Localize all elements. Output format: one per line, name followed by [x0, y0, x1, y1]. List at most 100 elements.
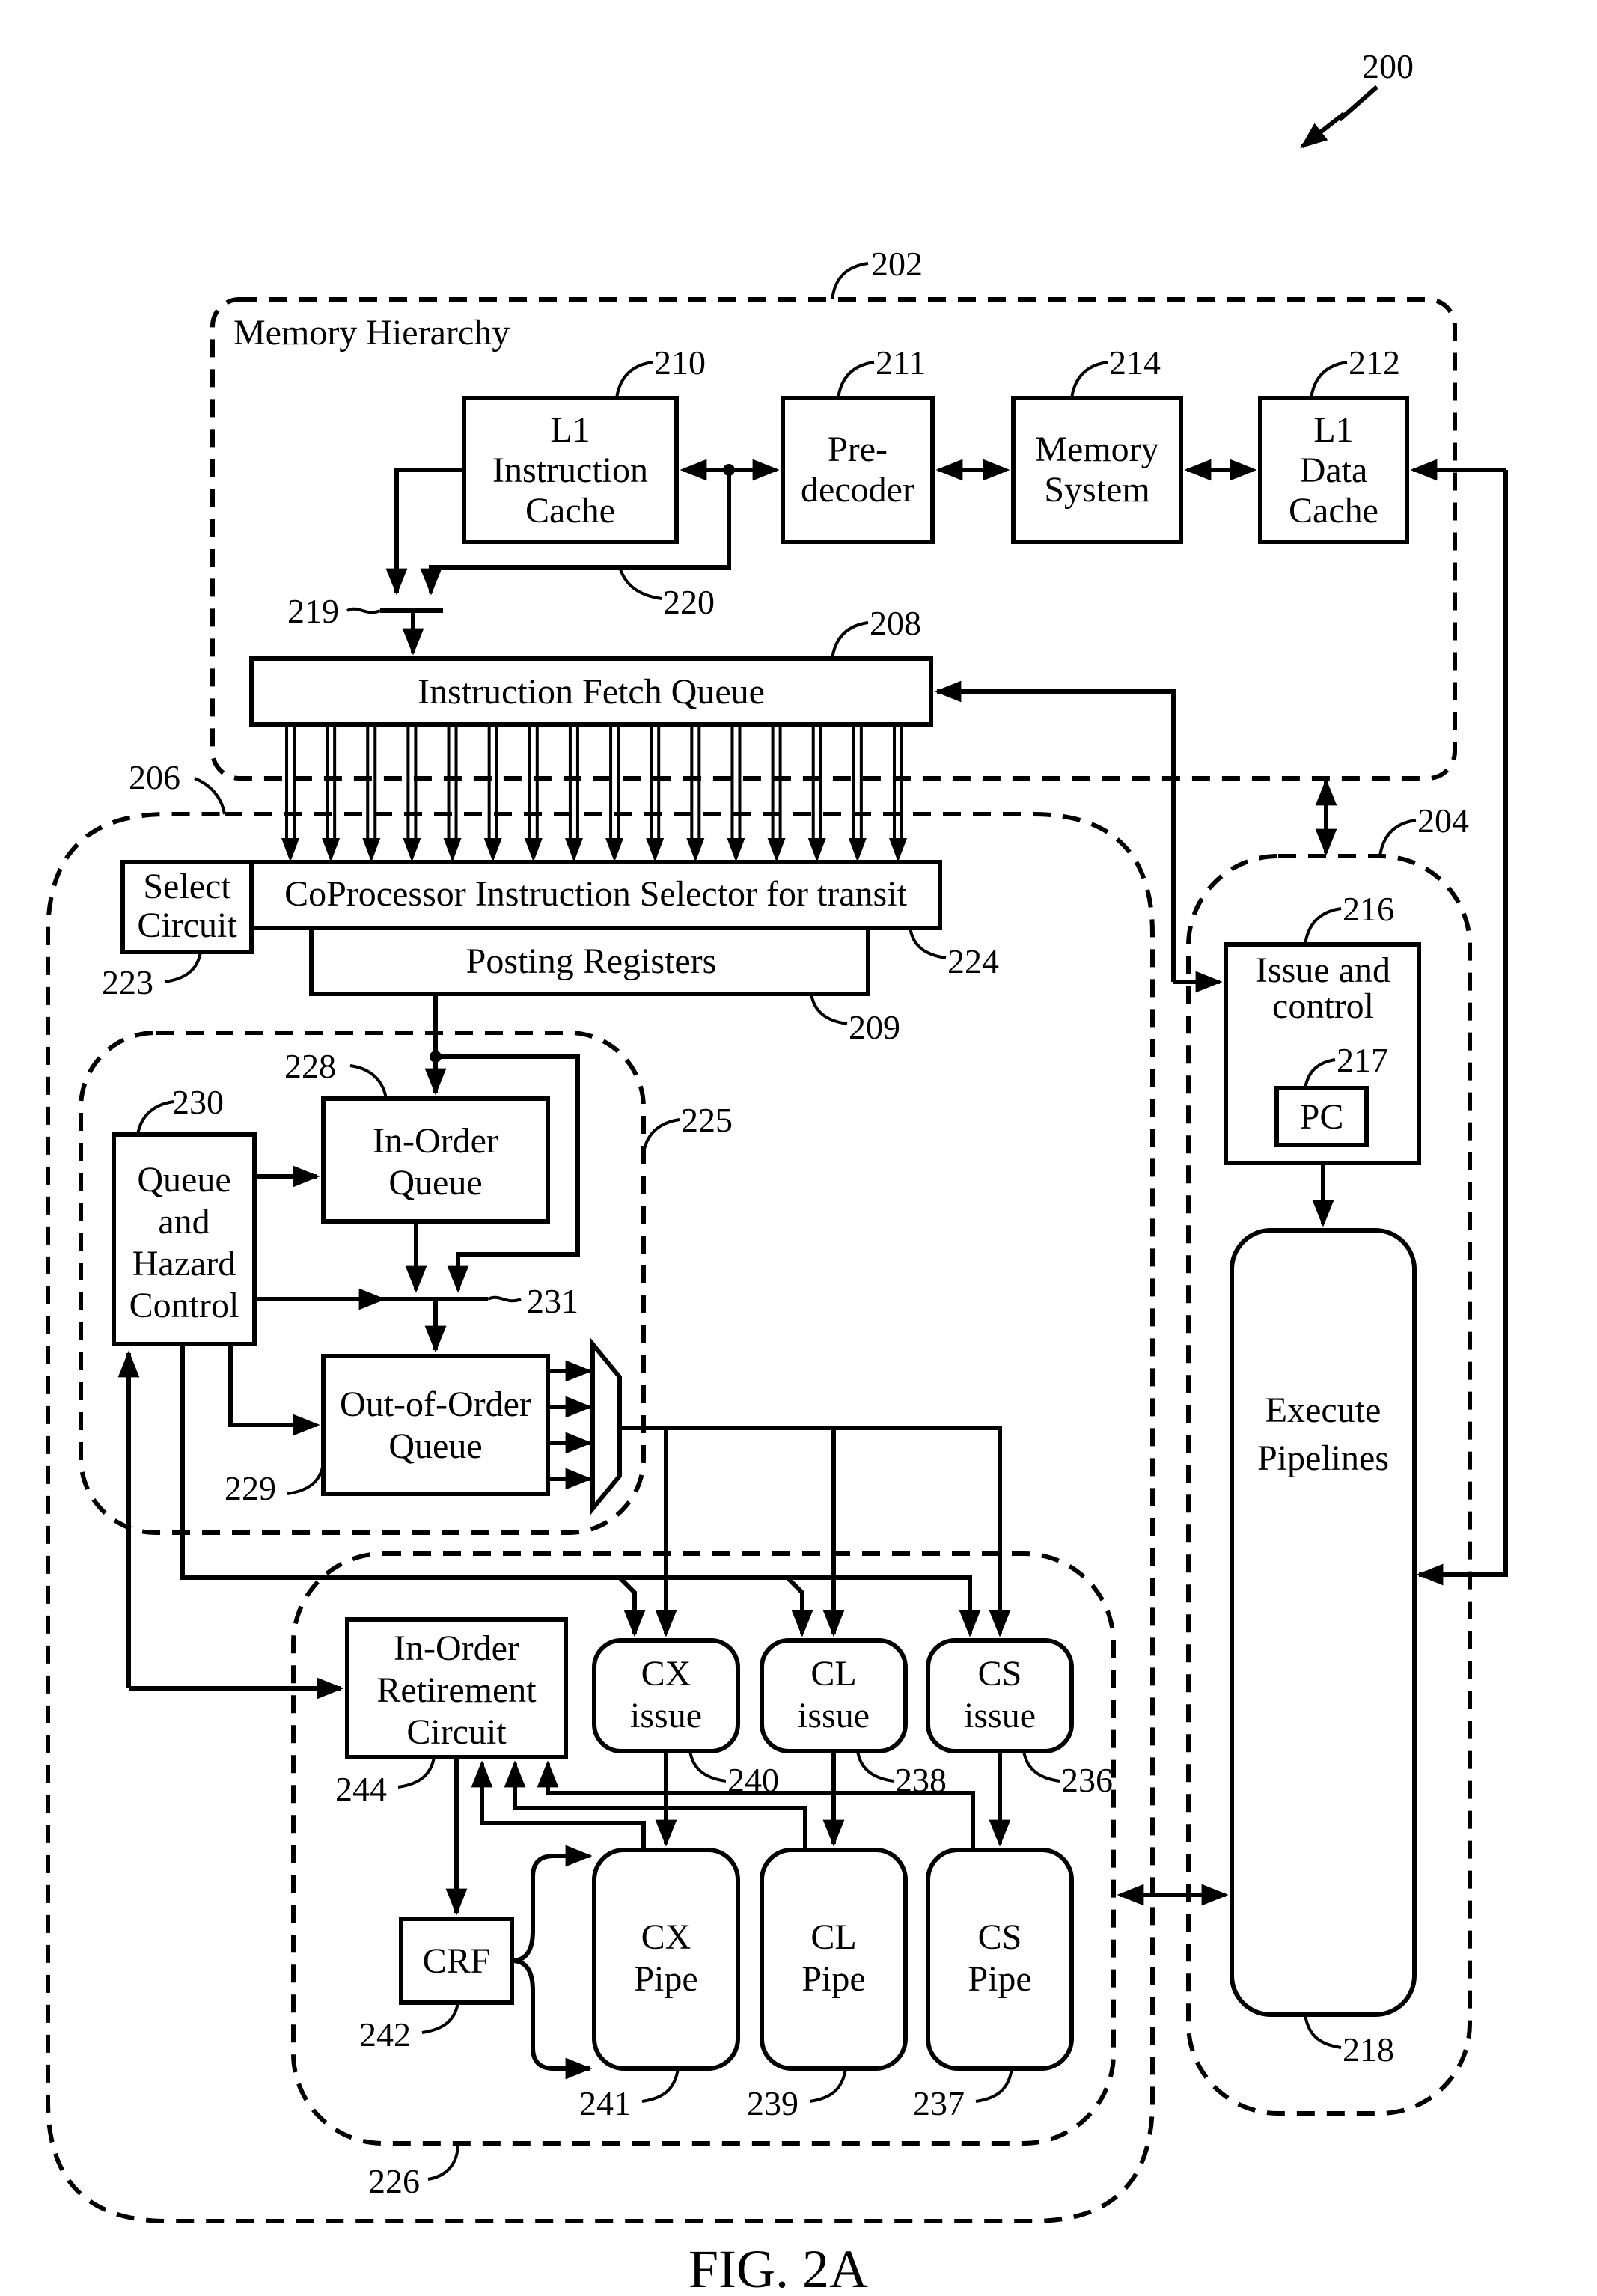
- arrowhead-icon: [727, 838, 745, 862]
- ref-240: 240: [727, 1761, 779, 1799]
- leader-242: [421, 2002, 459, 2034]
- fetch-lane-arrow: [727, 724, 745, 862]
- leader-223: [164, 951, 202, 983]
- fetch-lane-arrow: [322, 724, 341, 862]
- cs-pipe: CSPipe 237: [913, 1848, 1074, 2122]
- mux-to-cs-issue: [620, 1426, 1011, 1637]
- fetch-lane-arrow: [443, 724, 462, 862]
- ref-241: 241: [579, 2084, 631, 2122]
- cx-issue-label-1: CX: [641, 1654, 691, 1694]
- ref-230: 230: [172, 1083, 224, 1121]
- reference-arrow-icon: [1300, 85, 1378, 149]
- processor-block-diagram: 200 Memory Hierarchy 202 L1 Instruction …: [46, 47, 1508, 2296]
- leader-241: [641, 2068, 680, 2103]
- ref-214: 214: [1109, 344, 1161, 382]
- leader-240: [688, 1750, 727, 1783]
- leader-226: [427, 2143, 459, 2181]
- fetch-lane-arrow: [767, 724, 786, 862]
- leader-212: [1310, 361, 1348, 399]
- leader-216: [1304, 907, 1342, 945]
- figure-reference: 200: [1300, 47, 1414, 149]
- ref-237: 237: [913, 2084, 965, 2122]
- ref-239: 239: [747, 2084, 798, 2122]
- ref-244: 244: [335, 1770, 387, 1808]
- l1-icache-label-3: Cache: [525, 491, 615, 531]
- execute-pipelines: Execute Pipelines 218: [1230, 1228, 1417, 2068]
- crf-to-cx-pipe-top: [511, 1845, 593, 1963]
- qhc-to-cl-issue: [620, 1575, 813, 1637]
- ref-242: 242: [359, 2015, 411, 2054]
- cl-issue-label-2: issue: [798, 1696, 870, 1735]
- issue-control-label-2: control: [1272, 986, 1374, 1026]
- cl-issue-unit: CLissue 238: [760, 1638, 947, 1847]
- predecoder-label-2: decoder: [801, 470, 914, 510]
- ref-224: 224: [947, 942, 999, 980]
- arrowhead-icon: [483, 838, 502, 862]
- fetch-lane-arrow: [686, 724, 705, 862]
- ref-228: 228: [284, 1047, 336, 1085]
- leader-229: [287, 1463, 325, 1495]
- leader-224: [909, 927, 947, 959]
- ref-217: 217: [1337, 1041, 1388, 1079]
- execution-pipes: CXissue240CXPipe241CLissue238CLPipe239CS…: [579, 1638, 1113, 2122]
- leader-218: [1304, 2014, 1342, 2049]
- arrowhead-icon: [848, 838, 867, 862]
- leader-214: [1070, 361, 1108, 399]
- arrowhead-icon: [686, 838, 705, 862]
- cx-pipe-label-1: CX: [641, 1917, 691, 1957]
- memory-hierarchy-title: Memory Hierarchy: [233, 313, 510, 352]
- ref-220: 220: [663, 583, 715, 621]
- selector-label: CoProcessor Instruction Selector for tra…: [284, 874, 907, 914]
- ref-212: 212: [1349, 344, 1400, 382]
- leader-202: [831, 262, 869, 300]
- leader-206: [194, 777, 226, 815]
- crf-to-cx-pipe-bottom: [511, 1958, 593, 2080]
- memory-system: Memory System 214: [1011, 344, 1183, 544]
- ifq-label: Instruction Fetch Queue: [418, 672, 765, 712]
- fetch-lane-arrow: [524, 724, 543, 862]
- ref-218: 218: [1343, 2030, 1394, 2068]
- qhc-label-3: Hazard: [132, 1244, 236, 1283]
- ref-206: 206: [129, 758, 180, 796]
- cx-issue-label-2: issue: [630, 1696, 702, 1735]
- ref-209: 209: [849, 1008, 900, 1046]
- leader-244: [397, 1756, 436, 1789]
- inorder-queue-label-2: Queue: [388, 1163, 482, 1203]
- cl-pipe-label-1: CL: [810, 1917, 856, 1957]
- memory-system-label-1: Memory: [1035, 430, 1158, 469]
- cx-issue-unit: CXissue 240: [592, 1638, 779, 1847]
- fetch-lane-arrow: [848, 724, 867, 862]
- ref-231: 231: [527, 1282, 578, 1320]
- ref-223: 223: [102, 963, 153, 1001]
- ooo-queue-label-2: Queue: [388, 1426, 482, 1466]
- posting-registers-label: Posting Registers: [466, 941, 717, 981]
- retire-label-3: Circuit: [406, 1712, 507, 1752]
- select-label-1: Select: [143, 867, 231, 906]
- qhc-label-4: Control: [129, 1286, 239, 1325]
- leader-204: [1378, 819, 1417, 857]
- ref-211: 211: [876, 344, 926, 382]
- issue-control-label-1: Issue and: [1256, 950, 1390, 990]
- l1-icache-label-1: L1: [550, 410, 590, 450]
- ref-238: 238: [895, 1761, 947, 1799]
- l1-dcache-label-3: Cache: [1289, 491, 1378, 531]
- leader-211: [837, 361, 875, 399]
- figure-caption: FIG. 2A: [688, 2239, 868, 2296]
- fetch-lane-arrow: [646, 724, 665, 862]
- leader-228: [349, 1064, 388, 1099]
- arrowhead-icon: [564, 838, 583, 862]
- predecoder: Pre- decoder 211: [781, 344, 935, 544]
- leader-225: [642, 1118, 680, 1153]
- arrowhead-icon: [807, 838, 826, 862]
- leader-239: [809, 2068, 847, 2103]
- ooo-queue-label-1: Out-of-Order: [340, 1384, 531, 1424]
- leader-208: [831, 621, 869, 659]
- posting-registers: Posting Registers 209: [309, 926, 900, 1046]
- fetch-lane-arrow: [362, 724, 381, 862]
- leader-237: [975, 2068, 1013, 2103]
- ref-200: 200: [1362, 47, 1414, 85]
- arrowhead-icon: [646, 838, 665, 862]
- ref-236: 236: [1061, 1761, 1113, 1799]
- arrowhead-icon: [281, 838, 299, 862]
- retire-label-2: Retirement: [376, 1670, 537, 1710]
